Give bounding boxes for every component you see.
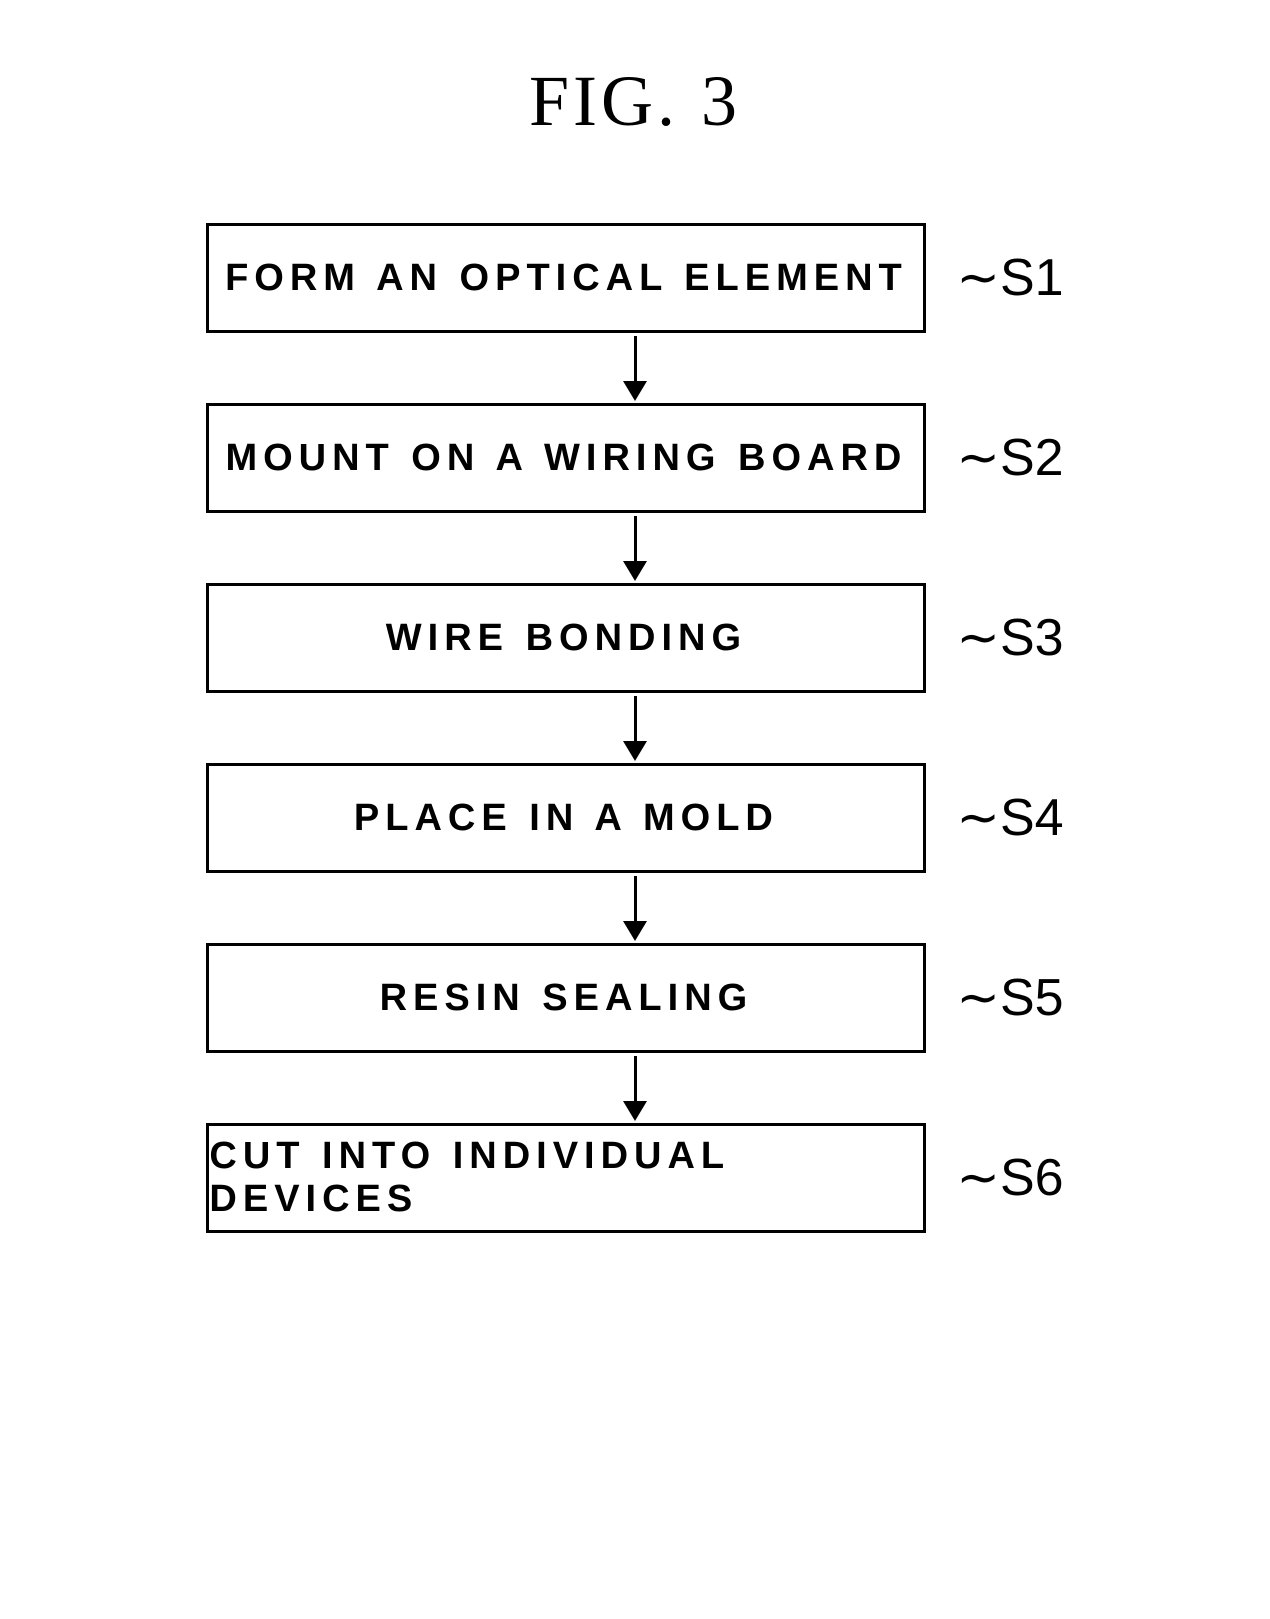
- step-label-s3: WIRE BONDING: [386, 617, 747, 660]
- step-id-connector-s4: ∼: [956, 788, 1000, 848]
- arrow-3: [275, 693, 995, 763]
- step-id-s2: ∼ S2: [956, 428, 1063, 488]
- step-id-s4: ∼ S4: [956, 788, 1063, 848]
- arrow-4: [275, 873, 995, 943]
- step-row-s1: FORM AN OPTICAL ELEMENT ∼ S1: [185, 223, 1085, 333]
- arrow-1: [275, 333, 995, 403]
- step-row-s4: PLACE IN A MOLD ∼ S4: [185, 763, 1085, 873]
- flowchart: FORM AN OPTICAL ELEMENT ∼ S1 MOUNT ON A …: [185, 223, 1085, 1233]
- arrow-head-2: [623, 561, 647, 581]
- arrow-head-5: [623, 1101, 647, 1121]
- step-id-connector-s6: ∼: [956, 1148, 1000, 1208]
- arrow-shape-3: [623, 696, 647, 761]
- arrow-line-5: [634, 1056, 637, 1101]
- step-label-s5: RESIN SEALING: [380, 977, 754, 1020]
- step-box-s1: FORM AN OPTICAL ELEMENT: [206, 223, 926, 333]
- step-id-connector-s5: ∼: [956, 968, 1000, 1028]
- arrow-head-4: [623, 921, 647, 941]
- step-box-s5: RESIN SEALING: [206, 943, 926, 1053]
- step-box-s3: WIRE BONDING: [206, 583, 926, 693]
- arrow-2: [275, 513, 995, 583]
- step-box-s4: PLACE IN A MOLD: [206, 763, 926, 873]
- step-id-s3: ∼ S3: [956, 608, 1063, 668]
- arrow-line-2: [634, 516, 637, 561]
- step-row-s3: WIRE BONDING ∼ S3: [185, 583, 1085, 693]
- arrow-line-3: [634, 696, 637, 741]
- arrow-shape-4: [623, 876, 647, 941]
- step-id-s6: ∼ S6: [956, 1148, 1063, 1208]
- step-label-s1: FORM AN OPTICAL ELEMENT: [225, 257, 908, 300]
- step-row-s5: RESIN SEALING ∼ S5: [185, 943, 1085, 1053]
- step-id-s5: ∼ S5: [956, 968, 1063, 1028]
- step-row-s6: CUT INTO INDIVIDUAL DEVICES ∼ S6: [185, 1123, 1085, 1233]
- step-box-s6: CUT INTO INDIVIDUAL DEVICES: [206, 1123, 926, 1233]
- step-id-s1: ∼ S1: [956, 248, 1063, 308]
- step-id-connector-s1: ∼: [956, 248, 1000, 308]
- arrow-line-1: [634, 336, 637, 381]
- figure-title: FIG. 3: [529, 60, 741, 143]
- arrow-shape-1: [623, 336, 647, 401]
- step-box-s2: MOUNT ON A WIRING BOARD: [206, 403, 926, 513]
- arrow-head-1: [623, 381, 647, 401]
- step-label-s6: CUT INTO INDIVIDUAL DEVICES: [209, 1135, 923, 1221]
- step-label-s4: PLACE IN A MOLD: [354, 797, 779, 840]
- arrow-head-3: [623, 741, 647, 761]
- arrow-shape-2: [623, 516, 647, 581]
- arrow-shape-5: [623, 1056, 647, 1121]
- step-id-connector-s2: ∼: [956, 428, 1000, 488]
- step-label-s2: MOUNT ON A WIRING BOARD: [225, 437, 907, 480]
- step-row-s2: MOUNT ON A WIRING BOARD ∼ S2: [185, 403, 1085, 513]
- step-id-connector-s3: ∼: [956, 608, 1000, 668]
- arrow-line-4: [634, 876, 637, 921]
- arrow-5: [275, 1053, 995, 1123]
